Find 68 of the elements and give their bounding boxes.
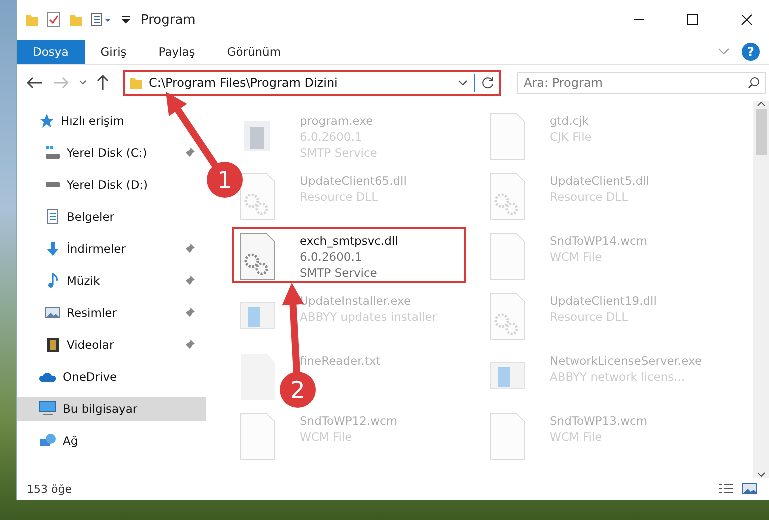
file-icon — [490, 233, 526, 281]
sidebar-item[interactable]: Yerel Disk (D:) — [17, 173, 206, 197]
folder-icon — [25, 13, 39, 27]
gear-file-icon — [240, 173, 276, 221]
maximize-icon — [687, 14, 699, 26]
picture-icon — [742, 483, 758, 495]
network-icon — [39, 433, 57, 449]
help-button[interactable]: ? — [742, 43, 760, 61]
picture-icon — [45, 305, 61, 321]
document-icon — [45, 209, 61, 225]
file-icon — [490, 413, 526, 461]
step-badge: 2 — [280, 372, 316, 408]
sidebar-item[interactable]: İndirmeler — [17, 237, 206, 261]
star-icon — [39, 113, 55, 129]
sidebar-item[interactable]: Hızlı erişim — [17, 109, 206, 133]
download-arrow-icon — [45, 241, 61, 257]
tiles-view-button[interactable] — [740, 481, 760, 497]
monitor-icon — [39, 401, 57, 417]
close-icon — [741, 14, 753, 26]
ribbon-tab[interactable]: Paylaş — [142, 40, 212, 64]
ribbon-tab[interactable]: Giriş — [84, 40, 143, 64]
file-name[interactable]: exch_smtpsvc.dll — [300, 233, 398, 249]
window-title: Program — [141, 12, 197, 28]
properties-icon — [91, 13, 113, 27]
ribbon-tab[interactable]: Görünüm — [211, 40, 298, 64]
back-arrow-icon — [27, 77, 43, 89]
back-button[interactable] — [25, 75, 45, 91]
file-icon — [490, 113, 526, 161]
sidebar-item[interactable]: Müzik — [17, 269, 206, 293]
drive-icon — [45, 182, 61, 188]
details-view-icon — [718, 483, 734, 495]
scrollbar[interactable] — [753, 101, 769, 478]
cloud-icon — [39, 371, 57, 383]
search-field[interactable]: Ara: Program — [517, 72, 766, 94]
film-icon — [45, 337, 61, 353]
file-detail: SMTP Service — [300, 265, 378, 281]
step-badge: 1 — [207, 162, 243, 198]
drive-icon — [45, 145, 61, 161]
sidebar-item[interactable]: Resimler — [17, 301, 206, 325]
file-detail: 6.0.2600.1 — [300, 249, 364, 265]
ribbon-tab[interactable]: Dosya — [17, 40, 85, 64]
sidebar-item[interactable]: Ağ — [17, 429, 206, 453]
gear-file-icon — [240, 233, 276, 281]
sidebar-item[interactable]: Belgeler — [17, 205, 206, 229]
chevron-down-icon — [757, 472, 766, 478]
chevron-down-icon — [458, 80, 468, 86]
forward-arrow-icon — [53, 77, 69, 89]
gear-file-icon — [490, 173, 526, 221]
file-tile[interactable]: exch_smtpsvc.dll 6.0.2600.1 SMTP Service — [232, 227, 466, 283]
folder-icon — [69, 13, 83, 27]
sidebar-item[interactable]: Yerel Disk (C:) — [17, 141, 206, 165]
chevron-down-icon — [79, 80, 87, 86]
chevron-up-icon — [757, 101, 766, 107]
gear-file-icon — [490, 293, 526, 341]
folder-icon — [129, 76, 143, 90]
sidebar-item[interactable]: OneDrive — [17, 365, 206, 389]
checklist-icon — [47, 12, 61, 28]
sidebar-item[interactable]: Bu bilgisayar — [17, 397, 206, 421]
dropdown-icon — [121, 15, 131, 25]
address-bar[interactable]: C:\Program Files\Program Dizini — [123, 70, 501, 96]
up-arrow-icon — [97, 75, 109, 91]
file-icon — [240, 413, 276, 461]
sidebar-item[interactable]: Videolar — [17, 333, 206, 357]
chevron-down-icon — [718, 48, 730, 56]
scrollbar-thumb[interactable] — [756, 109, 767, 155]
up-button[interactable] — [95, 73, 111, 93]
item-count: 153 öğe — [27, 482, 73, 496]
refresh-icon — [481, 76, 495, 90]
